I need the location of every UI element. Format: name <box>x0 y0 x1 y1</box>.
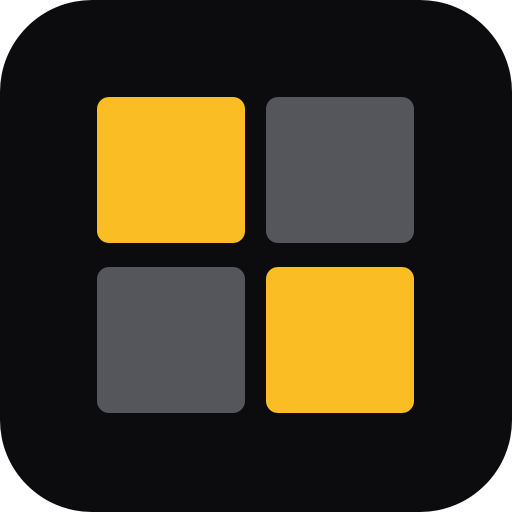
grid-app-icon[interactable] <box>0 0 512 512</box>
tile-bottom-left <box>97 267 245 413</box>
tile-top-right <box>266 97 414 243</box>
tile-bottom-right <box>266 267 414 413</box>
tile-top-left <box>97 97 245 243</box>
